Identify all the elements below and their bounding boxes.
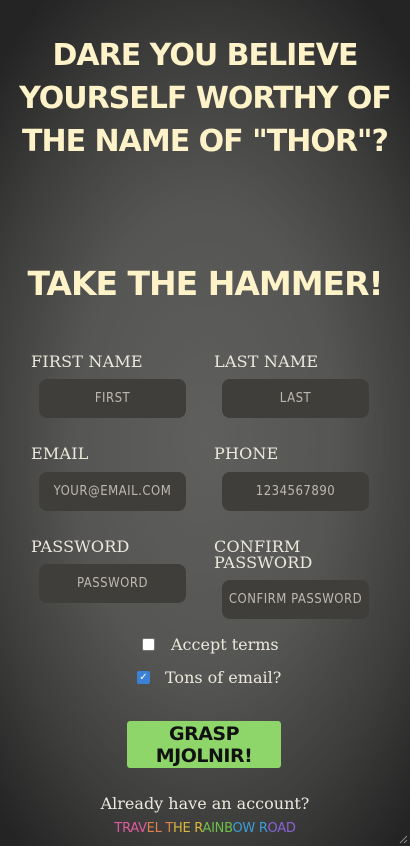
- page-headline: Dare you believe yourself worthy of the …: [19, 38, 392, 159]
- email-input[interactable]: [39, 472, 186, 511]
- confirm-password-label: Confirm Password: [214, 537, 313, 572]
- accept-terms-row[interactable]: Accept terms: [142, 635, 279, 654]
- accept-terms-checkbox[interactable]: [142, 638, 155, 651]
- tons-of-email-row[interactable]: ✓ Tons of email?: [137, 668, 281, 687]
- last-name-label: Last Name: [214, 352, 319, 371]
- page-subhead: Take the hammer!: [27, 264, 383, 303]
- resize-grip-icon[interactable]: [398, 834, 408, 844]
- confirm-password-input[interactable]: [222, 580, 369, 619]
- password-input[interactable]: [39, 564, 186, 603]
- accept-terms-label: Accept terms: [171, 635, 279, 654]
- tons-of-email-label: Tons of email?: [165, 668, 282, 687]
- phone-label: Phone: [214, 444, 279, 463]
- password-label: Password: [31, 537, 130, 556]
- phone-input[interactable]: [222, 472, 369, 511]
- already-have-account-text: Already have an account?: [100, 794, 310, 813]
- grasp-mjolnir-button[interactable]: Grasp Mjolnir!: [127, 721, 281, 768]
- first-name-label: First Name: [31, 352, 143, 371]
- rainbow-road-link[interactable]: Travel the Rainbow Road: [0, 821, 410, 836]
- email-label: Email: [31, 444, 89, 463]
- first-name-input[interactable]: [39, 379, 186, 418]
- last-name-input[interactable]: [222, 379, 369, 418]
- tons-of-email-checkbox[interactable]: ✓: [137, 671, 150, 684]
